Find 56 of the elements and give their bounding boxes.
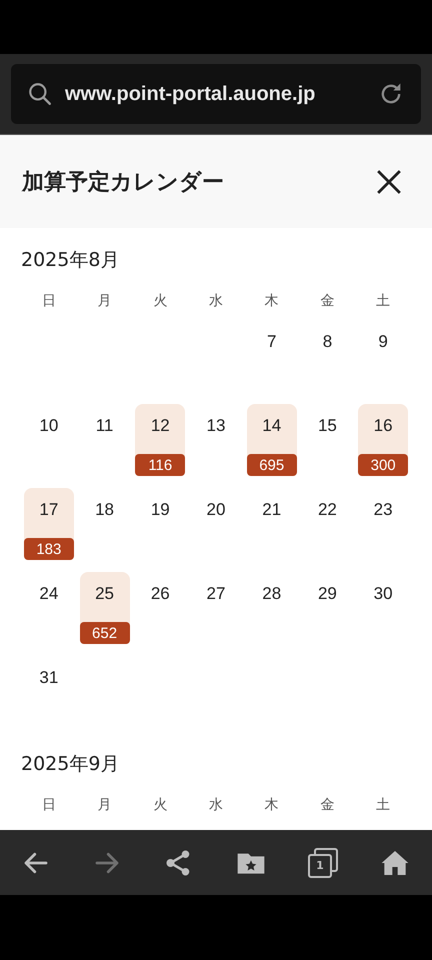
address-bar[interactable]: www.point-portal.auone.jp	[11, 64, 421, 124]
day-number: 14	[262, 416, 282, 436]
points-badge: 183	[24, 538, 74, 560]
weekday-label: 火	[153, 292, 168, 310]
close-icon[interactable]	[376, 168, 402, 194]
weekday-label: 火	[153, 796, 168, 814]
weekday-label: 金	[320, 796, 334, 814]
day-number: 11	[96, 416, 114, 436]
day-number: 21	[262, 500, 282, 520]
month-title: 2025年9月	[21, 752, 120, 777]
weekday-label: 日	[42, 292, 56, 310]
day-number: 8	[322, 332, 332, 352]
points-badge: 116	[135, 454, 186, 476]
points-badge: 652	[80, 622, 130, 644]
day-cell[interactable]: 14 695	[246, 404, 297, 476]
day-number: 10	[39, 416, 58, 436]
weekday-label: 月	[98, 796, 112, 814]
page-title: 加算予定カレンダー	[22, 168, 224, 196]
points-badge: 695	[246, 454, 297, 476]
weekday-label: 月	[98, 292, 112, 310]
day-number: 15	[318, 416, 337, 436]
day-number: 19	[150, 500, 170, 520]
day-number: 27	[206, 584, 226, 604]
weekday-label: 日	[42, 796, 56, 814]
day-cell[interactable]: 16 300	[358, 404, 408, 476]
weekday-label: 水	[208, 292, 223, 310]
day-number: 20	[206, 500, 226, 520]
day-cell[interactable]: 17 183	[24, 488, 74, 560]
day-number: 25	[95, 584, 114, 604]
weekday-label: 木	[264, 796, 279, 814]
weekday-label: 水	[208, 796, 223, 814]
weekday-label: 金	[320, 292, 334, 310]
url-text: www.point-portal.auone.jp	[65, 82, 316, 106]
day-number: 17	[39, 500, 58, 520]
day-cell[interactable]: 25 652	[80, 572, 130, 644]
search-icon	[27, 81, 53, 107]
weekday-label: 木	[264, 292, 279, 310]
points-badge: 300	[358, 454, 408, 476]
weekday-label: 土	[376, 292, 390, 310]
day-number: 31	[39, 668, 58, 688]
day-cell[interactable]: 12 116	[135, 404, 186, 476]
day-number: 30	[374, 584, 393, 604]
day-number: 24	[39, 584, 58, 604]
day-number: 23	[374, 500, 393, 520]
day-number: 12	[150, 416, 170, 436]
day-number: 22	[318, 500, 337, 520]
month-title: 2025年8月	[21, 248, 120, 273]
day-number: 13	[206, 416, 226, 436]
day-number: 7	[266, 332, 276, 352]
day-number: 28	[262, 584, 282, 604]
day-number: 16	[374, 416, 393, 436]
weekday-label: 土	[376, 796, 390, 814]
day-number: 9	[378, 332, 388, 352]
day-number: 18	[95, 500, 114, 520]
day-number: 29	[318, 584, 337, 604]
day-number: 26	[150, 584, 170, 604]
